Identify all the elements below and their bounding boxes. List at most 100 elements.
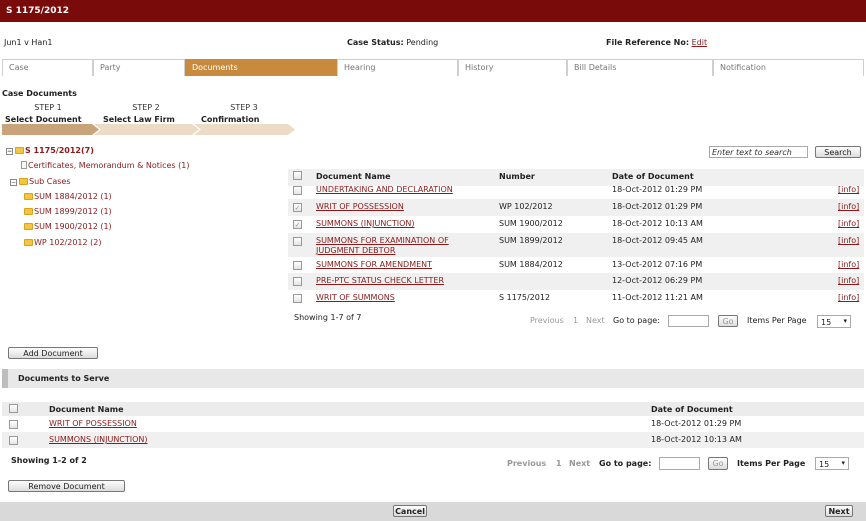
row-checkbox[interactable] [293, 237, 302, 246]
step-progress-arrows [2, 124, 295, 135]
row-checkbox[interactable] [293, 220, 302, 229]
serve-goto-page-input[interactable] [659, 457, 700, 470]
document-link-continued[interactable]: JUDGMENT DEBTOR [316, 246, 395, 255]
serve-go-button[interactable]: Go [708, 457, 728, 470]
remove-document-button[interactable]: Remove Document [8, 480, 125, 492]
case-parties: Jun1 v Han1 [4, 38, 53, 47]
document-link[interactable]: WRIT OF POSSESSION [316, 202, 404, 211]
col-date: Date of Document [612, 172, 694, 181]
info-link[interactable]: [info] [838, 202, 859, 211]
serve-document-link[interactable]: SUMMONS (INJUNCTION) [49, 435, 148, 444]
serve-document-link[interactable]: WRIT OF POSSESSION [49, 419, 137, 428]
add-document-button[interactable]: Add Document [8, 347, 98, 359]
info-link[interactable]: [info] [838, 293, 859, 302]
tree-certificates-label: Certificates, Memorandum & Notices (1) [28, 161, 190, 170]
tab-bar: Case Party Documents Hearing History Bil… [2, 59, 864, 76]
document-number: SUM 1899/2012 [499, 236, 563, 245]
pager-previous[interactable]: Previous [530, 316, 564, 325]
file-reference-edit-link[interactable]: Edit [692, 38, 708, 47]
tree-certificates[interactable]: Certificates, Memorandum & Notices (1) [21, 161, 189, 170]
search-input[interactable]: Enter text to search [709, 146, 808, 158]
document-date: 18-Oct-2012 09:45 AM [612, 236, 703, 245]
tab-hearing[interactable]: Hearing [337, 59, 458, 76]
document-link[interactable]: UNDERTAKING AND DECLARATION [316, 185, 453, 194]
pager-next[interactable]: Next [586, 316, 605, 325]
next-button[interactable]: Next [825, 505, 853, 517]
folder-icon [24, 223, 33, 230]
table-row: WRIT OF POSSESSION WP 102/2012 18-Oct-20… [288, 199, 864, 216]
serve-items-per-page-value: 15 [819, 460, 830, 469]
serve-table-showing: Showing 1-2 of 2 [11, 456, 87, 465]
tab-history[interactable]: History [458, 59, 567, 76]
info-link[interactable]: [info] [838, 276, 859, 285]
serve-pager-page[interactable]: 1 [556, 459, 562, 468]
tab-bill-details[interactable]: Bill Details [567, 59, 713, 76]
step-3-name: Confirmation [201, 115, 260, 124]
doc-table-showing: Showing 1-7 of 7 [294, 313, 362, 322]
tree-subcase-item[interactable]: SUM 1884/2012 (1) [24, 192, 112, 201]
goto-page-label: Go to page: [613, 316, 660, 325]
row-checkbox[interactable] [293, 277, 302, 286]
col-document-name: Document Name [316, 172, 391, 181]
tree-subcase-item[interactable]: SUM 1899/2012 (1) [24, 207, 112, 216]
row-checkbox[interactable] [293, 294, 302, 303]
serve-table-row: WRIT OF POSSESSION 18-Oct-2012 01:29 PM [2, 416, 864, 432]
document-link[interactable]: SUMMONS (INJUNCTION) [316, 219, 415, 228]
tree-sub-cases-label: Sub Cases [29, 177, 71, 186]
step-2-name: Select Law Firm [103, 115, 175, 124]
tree-subcase-label: SUM 1884/2012 (1) [34, 192, 112, 201]
row-checkbox[interactable] [293, 203, 302, 212]
cancel-button[interactable]: Cancel [393, 505, 427, 517]
tree-root[interactable]: − S 1175/2012(7) [6, 146, 94, 155]
folder-icon [19, 178, 28, 185]
document-link[interactable]: SUMMONS FOR AMENDMENT [316, 260, 432, 269]
serve-table-header: Document Name Date of Document [2, 402, 864, 416]
documents-to-serve-title: Documents to Serve [18, 374, 110, 383]
serve-col-date: Date of Document [651, 405, 733, 414]
tab-party[interactable]: Party [93, 59, 185, 76]
serve-select-all-checkbox[interactable] [9, 404, 18, 413]
collapse-icon[interactable]: − [6, 148, 13, 155]
case-status: Case Status: Pending [347, 38, 438, 47]
serve-pager-next[interactable]: Next [569, 459, 590, 468]
serve-pager-previous[interactable]: Previous [507, 459, 546, 468]
serve-items-per-page-select[interactable]: 15 ▾ [815, 457, 849, 470]
folder-icon [24, 208, 33, 215]
tree-subcase-label: WP 102/2012 (2) [34, 238, 102, 247]
row-checkbox[interactable] [293, 186, 302, 195]
info-link[interactable]: [info] [838, 260, 859, 269]
search-button[interactable]: Search [815, 146, 861, 158]
documents-to-serve-bar: Documents to Serve [2, 369, 864, 388]
dropdown-arrow-icon: ▾ [843, 317, 847, 325]
footer-bar [0, 502, 866, 521]
info-link[interactable]: [info] [838, 185, 859, 194]
step-3-number: STEP 3 [230, 103, 258, 112]
step-1-name: Select Document [5, 115, 82, 124]
serve-row-checkbox[interactable] [9, 436, 18, 445]
case-documents-title: Case Documents [2, 89, 77, 98]
goto-page-input[interactable] [668, 315, 709, 327]
collapse-icon[interactable]: − [10, 179, 17, 186]
serve-document-date: 18-Oct-2012 01:29 PM [651, 419, 742, 428]
items-per-page-label: Items Per Page [747, 316, 807, 325]
tree-subcase-item[interactable]: SUM 1900/2012 (1) [24, 222, 112, 231]
info-link[interactable]: [info] [838, 219, 859, 228]
row-checkbox[interactable] [293, 261, 302, 270]
tree-subcase-item[interactable]: WP 102/2012 (2) [24, 238, 101, 247]
pager-page[interactable]: 1 [573, 316, 578, 325]
items-per-page-select[interactable]: 15 ▾ [817, 315, 851, 328]
tab-notification[interactable]: Notification [713, 59, 864, 76]
document-link[interactable]: WRIT OF SUMMONS [316, 293, 395, 302]
select-all-checkbox[interactable] [293, 171, 302, 180]
document-link[interactable]: PRE-PTC STATUS CHECK LETTER [316, 276, 444, 285]
serve-row-checkbox[interactable] [9, 420, 18, 429]
window-title: S 1175/2012 [0, 0, 866, 22]
tree-sub-cases[interactable]: − Sub Cases [10, 177, 71, 186]
tab-case[interactable]: Case [2, 59, 93, 76]
document-number: WP 102/2012 [499, 202, 553, 211]
info-link[interactable]: [info] [838, 236, 859, 245]
document-link[interactable]: SUMMONS FOR EXAMINATION OF [316, 236, 449, 245]
tab-documents[interactable]: Documents [185, 59, 337, 76]
folder-icon [24, 193, 33, 200]
go-button[interactable]: Go [718, 315, 738, 327]
